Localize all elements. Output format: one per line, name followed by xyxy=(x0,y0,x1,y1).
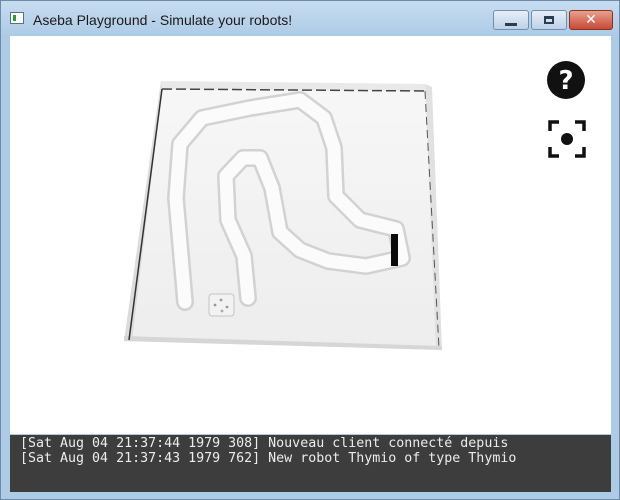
console-line: [Sat Aug 04 21:37:44 1979 308] Nouveau c… xyxy=(20,436,509,451)
window-title: Aseba Playground - Simulate your robots! xyxy=(33,12,293,28)
app-window: Aseba Playground - Simulate your robots!… xyxy=(0,0,620,500)
thymio-robot[interactable] xyxy=(208,293,235,317)
simulation-viewport[interactable]: ? xyxy=(10,36,611,434)
help-icon[interactable]: ? xyxy=(546,60,586,100)
console-line: [Sat Aug 04 21:37:43 1979 762] New robot… xyxy=(20,451,517,466)
minimize-button[interactable] xyxy=(493,10,529,30)
svg-text:?: ? xyxy=(558,66,573,96)
minimize-icon xyxy=(505,22,517,26)
title-bar[interactable]: Aseba Playground - Simulate your robots!… xyxy=(1,1,619,35)
window-controls: ✕ xyxy=(493,10,613,30)
console-log[interactable]: [Sat Aug 04 21:37:44 1979 308] Nouveau c… xyxy=(10,435,611,492)
close-button[interactable]: ✕ xyxy=(569,10,613,30)
close-icon: ✕ xyxy=(585,12,597,28)
track-end-marker xyxy=(391,234,398,266)
arena-scene xyxy=(124,81,442,350)
focus-icon[interactable] xyxy=(548,120,586,158)
app-icon xyxy=(10,12,24,24)
maximize-icon xyxy=(544,16,554,24)
maximize-button[interactable] xyxy=(531,10,567,30)
